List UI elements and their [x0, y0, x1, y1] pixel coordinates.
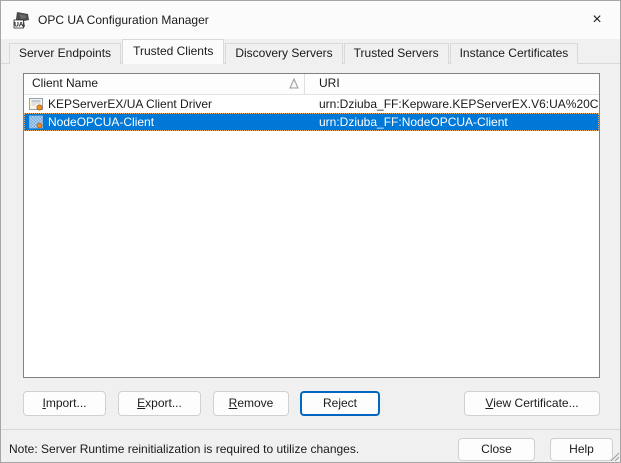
tab-trusted-servers[interactable]: Trusted Servers [343, 43, 449, 64]
tab-discovery-servers[interactable]: Discovery Servers [225, 43, 343, 64]
tab-bar: Server Endpoints Trusted Clients Discove… [9, 39, 579, 64]
list-item-nodeopcua[interactable]: NodeOPCUA-Client urn:Dziuba_FF:NodeOPCUA… [24, 113, 599, 131]
tab-server-endpoints[interactable]: Server Endpoints [9, 43, 122, 64]
column-header-client-name[interactable]: Client Name [24, 74, 304, 94]
list-item-kepserverex[interactable]: KEPServerEX/UA Client Driver urn:Dziuba_… [24, 95, 599, 113]
column-header-uri-label: URI [319, 76, 340, 90]
tab-trusted-clients[interactable]: Trusted Clients [122, 39, 225, 64]
client-uri: urn:Dziuba_FF:Kepware.KEPServerEX.V6:UA%… [319, 97, 599, 111]
client-name: KEPServerEX/UA Client Driver [48, 97, 213, 111]
trusted-clients-list: Client Name URI KEPServerEX/UA Client Dr… [23, 73, 600, 378]
view-certificate-button[interactable]: View Certificate... [464, 391, 600, 416]
list-header: Client Name URI [24, 74, 599, 95]
close-button[interactable]: Close [458, 438, 535, 461]
remove-button[interactable]: Remove [213, 391, 289, 416]
reject-button[interactable]: Reject [300, 391, 380, 416]
footer-divider [1, 429, 620, 430]
certificate-icon-selected [29, 115, 43, 129]
export-button[interactable]: Export... [118, 391, 201, 416]
titlebar[interactable]: UA OPC UA Configuration Manager × [1, 1, 620, 39]
app-icon: UA [13, 12, 29, 29]
column-header-uri[interactable]: URI [305, 74, 599, 94]
import-button[interactable]: Import... [23, 391, 106, 416]
help-button[interactable]: Help [550, 438, 613, 461]
close-window-button[interactable]: × [574, 1, 620, 39]
client-uri: urn:Dziuba_FF:NodeOPCUA-Client [319, 115, 508, 129]
close-icon: × [592, 11, 602, 28]
client-name: NodeOPCUA-Client [48, 115, 155, 129]
column-header-client-name-label: Client Name [32, 76, 99, 90]
opc-ua-configuration-manager-dialog: UA OPC UA Configuration Manager × Server… [0, 0, 621, 463]
resize-grip[interactable] [609, 451, 619, 461]
certificate-icon [29, 98, 43, 111]
runtime-note: Note: Server Runtime reinitialization is… [9, 442, 360, 456]
window-title: OPC UA Configuration Manager [38, 13, 209, 27]
tab-instance-certificates[interactable]: Instance Certificates [449, 43, 579, 64]
sort-ascending-icon [289, 78, 299, 89]
app-icon-text: UA [14, 22, 24, 29]
